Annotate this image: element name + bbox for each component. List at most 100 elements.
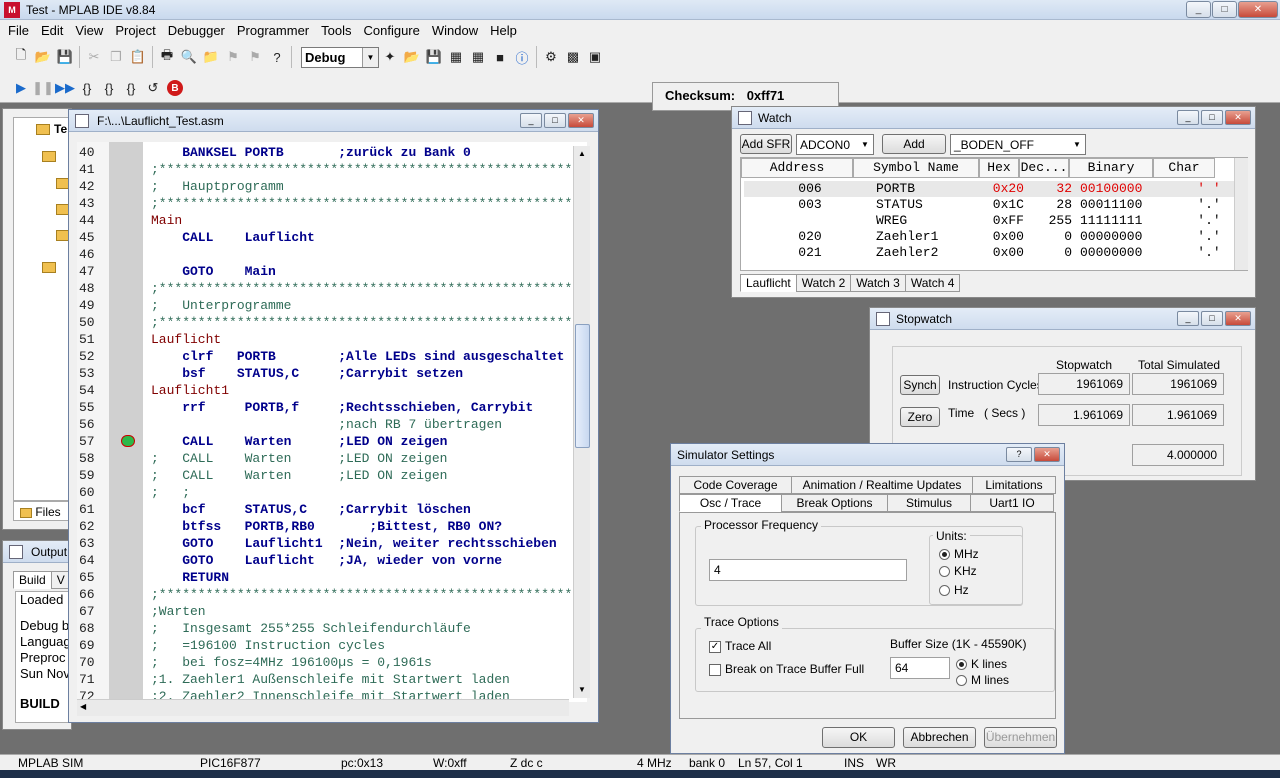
col-binary[interactable]: Binary — [1069, 158, 1153, 178]
maximize-button[interactable]: □ — [1212, 1, 1237, 18]
info-icon[interactable]: ⓘ — [511, 46, 533, 68]
menu-edit[interactable]: Edit — [35, 23, 69, 38]
menu-help[interactable]: Help — [484, 23, 523, 38]
make-icon[interactable]: ▦ — [467, 46, 489, 68]
tab-osc-trace[interactable]: Osc / Trace — [679, 494, 782, 512]
menu-file[interactable]: File — [2, 23, 35, 38]
program-icon[interactable]: ⚙ — [540, 46, 562, 68]
scroll-left-icon[interactable]: ◀ — [80, 702, 86, 711]
add-symbol-button[interactable]: Add Symbol — [882, 134, 946, 169]
new-project-icon[interactable]: ✦ — [379, 46, 401, 68]
ok-button[interactable]: OK — [822, 727, 895, 748]
new-file-icon[interactable]: 🗋 — [10, 46, 32, 68]
bookmark-next-icon[interactable]: ⚑ — [244, 46, 266, 68]
apply-button[interactable]: Übernehmen — [984, 727, 1057, 748]
watch-row[interactable]: WREG 0xFF 255 11111111 '.' — [744, 213, 1234, 229]
col-hex[interactable]: Hex — [979, 158, 1019, 178]
tab-stimulus[interactable]: Stimulus — [887, 494, 971, 512]
unit-khz-radio[interactable]: KHz — [939, 564, 977, 578]
tab-build[interactable]: Build — [13, 571, 52, 589]
minimize-button[interactable]: _ — [1186, 1, 1211, 18]
tab-watch-2[interactable]: Watch 2 — [795, 274, 852, 292]
sfr-select[interactable]: ADCON0 ▼ — [796, 134, 874, 155]
code-editor[interactable]: 40 BANKSEL PORTB ;zurück zu Bank 0 41 ;***… — [77, 142, 587, 702]
break-on-full-checkbox[interactable]: Break on Trace Buffer Full — [709, 662, 864, 676]
synch-button[interactable]: Synch — [900, 375, 940, 395]
frequency-input[interactable]: 4 — [709, 559, 907, 581]
find-in-files-icon[interactable]: 📁 — [200, 46, 222, 68]
menu-window[interactable]: Window — [426, 23, 484, 38]
col-symbol-name[interactable]: Symbol Name — [853, 158, 979, 178]
k-lines-radio[interactable]: K lines — [956, 657, 1007, 671]
buffer-size-input[interactable]: 64 — [890, 657, 950, 679]
menu-configure[interactable]: Configure — [358, 23, 426, 38]
project-root-label[interactable]: Te — [54, 122, 67, 136]
menu-programmer[interactable]: Programmer — [231, 23, 315, 38]
tab-uart1-io[interactable]: Uart1 IO — [970, 494, 1054, 512]
files-tab[interactable]: Files — [13, 501, 71, 521]
watch-row[interactable]: 020 Zaehler1 0x00 0 00000000 '.' — [744, 229, 1234, 245]
cut-icon[interactable]: ✂ — [83, 46, 105, 68]
maximize-button[interactable]: □ — [544, 113, 566, 128]
zero-button[interactable]: Zero — [900, 407, 940, 427]
menu-project[interactable]: Project — [109, 23, 161, 38]
close-button[interactable]: ✕ — [1225, 311, 1251, 326]
copy-icon[interactable]: ❐ — [105, 46, 127, 68]
bookmark-icon[interactable]: ⚑ — [222, 46, 244, 68]
menu-debugger[interactable]: Debugger — [162, 23, 231, 38]
minimize-button[interactable]: _ — [1177, 311, 1199, 326]
halt-icon[interactable]: ❚❚ — [32, 77, 54, 99]
symbol-select[interactable]: _BODEN_OFF ▼ — [950, 134, 1086, 155]
unit-mhz-radio[interactable]: MHz — [939, 547, 979, 561]
build-icon[interactable]: ▦ — [445, 46, 467, 68]
chip-icon[interactable]: ▩ — [562, 46, 584, 68]
scroll-thumb[interactable] — [575, 324, 590, 448]
tab-watch-3[interactable]: Watch 3 — [850, 274, 906, 292]
col-address[interactable]: Address — [741, 158, 853, 178]
build-all-icon[interactable]: ■ — [489, 46, 511, 68]
breakpoint-icon[interactable]: B — [167, 80, 183, 96]
reset-icon[interactable]: ↺ — [142, 77, 164, 99]
close-button[interactable]: ✕ — [1225, 110, 1251, 125]
m-lines-radio[interactable]: M lines — [956, 673, 1009, 687]
menu-tools[interactable]: Tools — [315, 23, 357, 38]
tab-code-coverage[interactable]: Code Coverage — [679, 476, 792, 494]
open-project-icon[interactable]: 📂 — [401, 46, 423, 68]
watch-row[interactable]: 006 PORTB 0x20 32 00100000 ' ' — [744, 181, 1234, 197]
step-out-icon[interactable]: {} — [120, 77, 142, 99]
step-into-icon[interactable]: {} — [76, 77, 98, 99]
maximize-button[interactable]: □ — [1201, 311, 1223, 326]
save-icon[interactable]: 💾 — [54, 46, 76, 68]
maximize-button[interactable]: □ — [1201, 110, 1223, 125]
step-over-icon[interactable]: {} — [98, 77, 120, 99]
close-button[interactable]: ✕ — [568, 113, 594, 128]
watch-scrollbar[interactable] — [1234, 158, 1248, 270]
tab-lauflicht[interactable]: Lauflicht — [740, 274, 797, 292]
close-button[interactable]: ✕ — [1238, 1, 1278, 18]
print-icon[interactable]: 🖶 — [156, 46, 178, 68]
minimize-button[interactable]: _ — [520, 113, 542, 128]
col-char[interactable]: Char — [1153, 158, 1215, 178]
tab-animation[interactable]: Animation / Realtime Updates — [791, 476, 973, 494]
watch-row[interactable]: 003 STATUS 0x1C 28 00011100 '.' — [744, 197, 1234, 213]
cancel-button[interactable]: Abbrechen — [903, 727, 976, 748]
tab-watch-4[interactable]: Watch 4 — [904, 274, 961, 292]
memory-icon[interactable]: ▣ — [584, 46, 606, 68]
run-icon[interactable]: ▶ — [10, 77, 32, 99]
col-decimal[interactable]: Dec... — [1019, 158, 1069, 178]
scroll-up-icon[interactable]: ▲ — [574, 146, 590, 162]
vertical-scrollbar[interactable]: ▲ ▼ — [573, 146, 590, 698]
tab-break-options[interactable]: Break Options — [781, 494, 888, 512]
save-project-icon[interactable]: 💾 — [423, 46, 445, 68]
add-sfr-button[interactable]: Add SFR — [740, 134, 792, 154]
open-folder-icon[interactable]: 📂 — [32, 46, 54, 68]
minimize-button[interactable]: _ — [1177, 110, 1199, 125]
help-icon[interactable]: ? — [266, 46, 288, 68]
horizontal-scrollbar[interactable]: ◀ — [77, 699, 569, 716]
scroll-down-icon[interactable]: ▼ — [574, 682, 590, 698]
unit-hz-radio[interactable]: Hz — [939, 583, 969, 597]
watch-row[interactable]: 021 Zaehler2 0x00 0 00000000 '.' — [744, 245, 1234, 261]
animate-icon[interactable]: ▶▶ — [54, 77, 76, 99]
menu-view[interactable]: View — [69, 23, 109, 38]
tab-limitations[interactable]: Limitations — [972, 476, 1056, 494]
